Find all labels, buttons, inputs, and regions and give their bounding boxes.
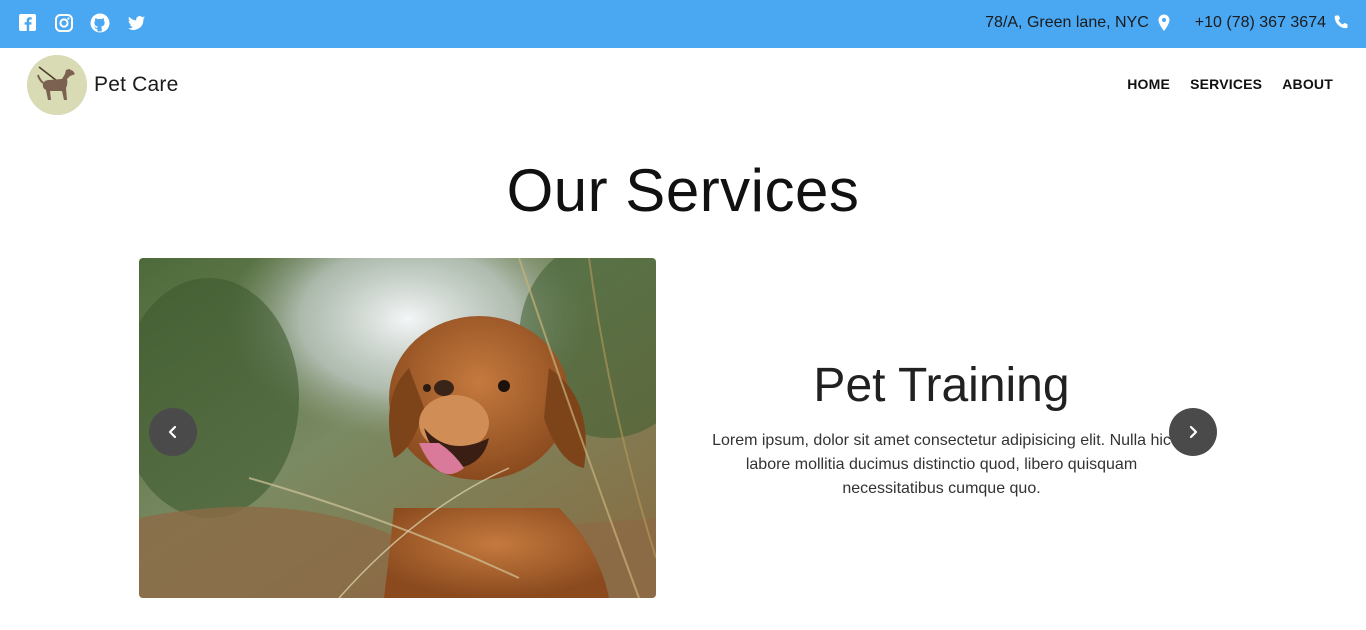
brand-name: Pet Care xyxy=(94,73,179,96)
nav-links: HOME SERVICES ABOUT xyxy=(1127,76,1333,92)
carousel-prev-button[interactable] xyxy=(149,408,197,456)
brand-link[interactable]: Pet Care xyxy=(27,55,178,115)
dog-photo xyxy=(139,258,656,598)
slide-description: Lorem ipsum, dolor sit amet consectetur … xyxy=(712,432,1171,497)
location-pin-icon xyxy=(1155,13,1173,33)
github-icon[interactable] xyxy=(89,12,111,34)
contact-info: 78/A, Green lane, NYC +10 (78) 367 3674 xyxy=(985,12,1350,34)
address-text: 78/A, Green lane, NYC xyxy=(985,14,1149,31)
carousel-next-button[interactable] xyxy=(1169,408,1217,456)
section-title: Our Services xyxy=(506,157,860,224)
chevron-left-icon xyxy=(168,425,177,439)
top-bar: 78/A, Green lane, NYC +10 (78) 367 3674 xyxy=(0,0,1366,48)
slide-title: Pet Training xyxy=(813,359,1070,412)
phone-text: +10 (78) 367 3674 xyxy=(1194,14,1326,31)
social-links xyxy=(17,12,147,34)
dog-logo-icon xyxy=(27,55,87,115)
nav-link-home[interactable]: HOME xyxy=(1127,76,1170,92)
nav-link-services[interactable]: SERVICES xyxy=(1190,76,1262,92)
instagram-icon[interactable] xyxy=(53,12,75,34)
services-carousel: Pet Training Lorem ipsum, dolor sit amet… xyxy=(139,258,1229,598)
chevron-right-icon xyxy=(1189,425,1198,439)
twitter-icon[interactable] xyxy=(125,12,147,34)
navbar: Pet Care HOME SERVICES ABOUT xyxy=(0,48,1366,124)
phone-icon xyxy=(1332,13,1350,33)
nav-link-about[interactable]: ABOUT xyxy=(1282,76,1333,92)
facebook-icon[interactable] xyxy=(17,12,39,34)
